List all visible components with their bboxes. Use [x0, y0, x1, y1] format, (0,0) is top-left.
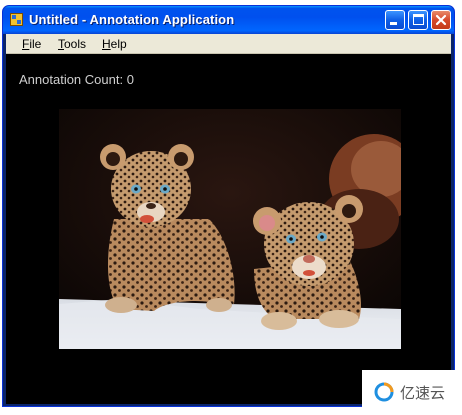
menu-help[interactable]: Help	[102, 37, 127, 51]
annotation-image[interactable]	[59, 109, 401, 349]
app-window: Untitled - Annotation Application File T…	[2, 5, 455, 407]
screen: Untitled - Annotation Application File T…	[0, 0, 462, 415]
menu-tools[interactable]: Tools	[58, 37, 86, 51]
minimize-button[interactable]	[385, 10, 405, 30]
app-icon[interactable]	[10, 13, 23, 26]
menu-tools-label: ools	[64, 37, 87, 51]
menu-file[interactable]: File	[22, 37, 41, 51]
menu-bar: File Tools Help	[6, 34, 451, 54]
annotation-count-label: Annotation Count: 0	[19, 72, 134, 87]
menu-help-label: elp	[110, 37, 127, 51]
menu-file-label: ile	[29, 37, 42, 51]
close-button[interactable]	[431, 10, 451, 30]
close-icon	[435, 14, 447, 26]
menu-help-accel: H	[102, 37, 111, 51]
watermark: 亿速云	[362, 370, 462, 415]
maximize-icon	[413, 14, 424, 25]
watermark-text: 亿速云	[400, 384, 446, 402]
title-bar[interactable]: Untitled - Annotation Application	[3, 6, 454, 34]
leopard-cubs-photo	[59, 109, 401, 349]
maximize-button[interactable]	[408, 10, 428, 30]
minimize-icon	[390, 22, 397, 25]
client-area[interactable]: Annotation Count: 0	[6, 54, 451, 404]
window-title: Untitled - Annotation Application	[29, 12, 235, 27]
yisu-logo-icon	[374, 382, 394, 402]
